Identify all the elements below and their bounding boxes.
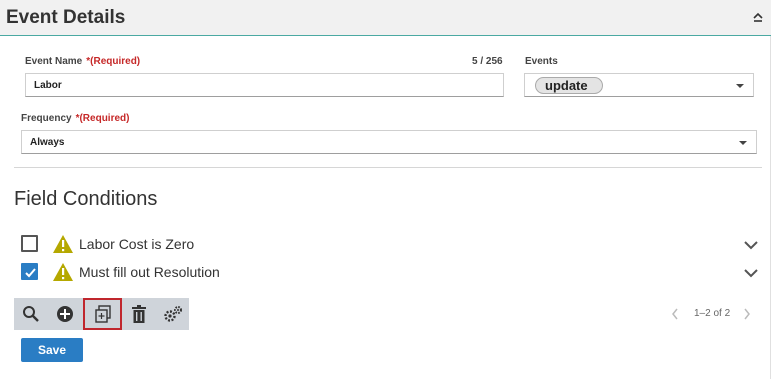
event-chip[interactable]: update [535, 77, 603, 94]
divider [14, 167, 762, 168]
chevron-left-icon[interactable] [670, 307, 680, 324]
checkmark-icon [25, 268, 36, 278]
settings-button[interactable] [156, 298, 190, 330]
condition-checkbox[interactable] [21, 263, 38, 280]
chevron-down-icon[interactable] [743, 238, 759, 250]
search-button[interactable] [14, 298, 48, 330]
events-label: Events [525, 56, 558, 67]
condition-checkbox[interactable] [21, 235, 38, 252]
page-title: Event Details [6, 7, 126, 28]
page-range: 1–2 of 2 [694, 308, 731, 319]
pagination: 1–2 of 2 [670, 307, 752, 321]
add-icon [57, 306, 73, 322]
caret-down-icon[interactable] [736, 84, 744, 88]
search-icon [23, 306, 39, 322]
condition-label: Labor Cost is Zero [79, 236, 195, 252]
frequency-value: Always [30, 137, 65, 148]
frequency-label: Frequency *(Required) [21, 113, 130, 124]
warning-icon [52, 234, 74, 254]
copy-button[interactable] [83, 298, 122, 330]
event-name-input[interactable]: Labor [25, 73, 504, 97]
caret-down-icon[interactable] [739, 141, 747, 145]
panel-header: Event Details [0, 0, 771, 36]
chevron-down-icon[interactable] [743, 266, 759, 278]
frequency-select[interactable]: Always [21, 130, 757, 154]
add-button[interactable] [48, 298, 82, 330]
delete-icon [132, 305, 146, 323]
section-title: Field Conditions [14, 188, 158, 210]
event-details-panel: Event Details Event Name *(Required) 5 / … [0, 0, 771, 379]
list-item: Labor Cost is Zero [20, 234, 765, 256]
required-marker: *(Required) [86, 56, 141, 67]
warning-icon [52, 262, 74, 282]
events-select[interactable]: update [524, 73, 754, 97]
required-marker: *(Required) [75, 113, 130, 124]
chevron-right-icon[interactable] [742, 307, 752, 324]
copy-icon [94, 305, 111, 323]
event-name-label: Event Name *(Required) [25, 56, 141, 67]
settings-icon [164, 306, 182, 322]
conditions-toolbar [14, 298, 189, 330]
save-button[interactable]: Save [21, 338, 83, 362]
character-counter: 5 / 256 [472, 56, 503, 67]
condition-label: Must fill out Resolution [79, 264, 220, 280]
chevron-up-icon[interactable] [751, 10, 765, 24]
delete-button[interactable] [122, 298, 156, 330]
list-item: Must fill out Resolution [20, 262, 765, 284]
